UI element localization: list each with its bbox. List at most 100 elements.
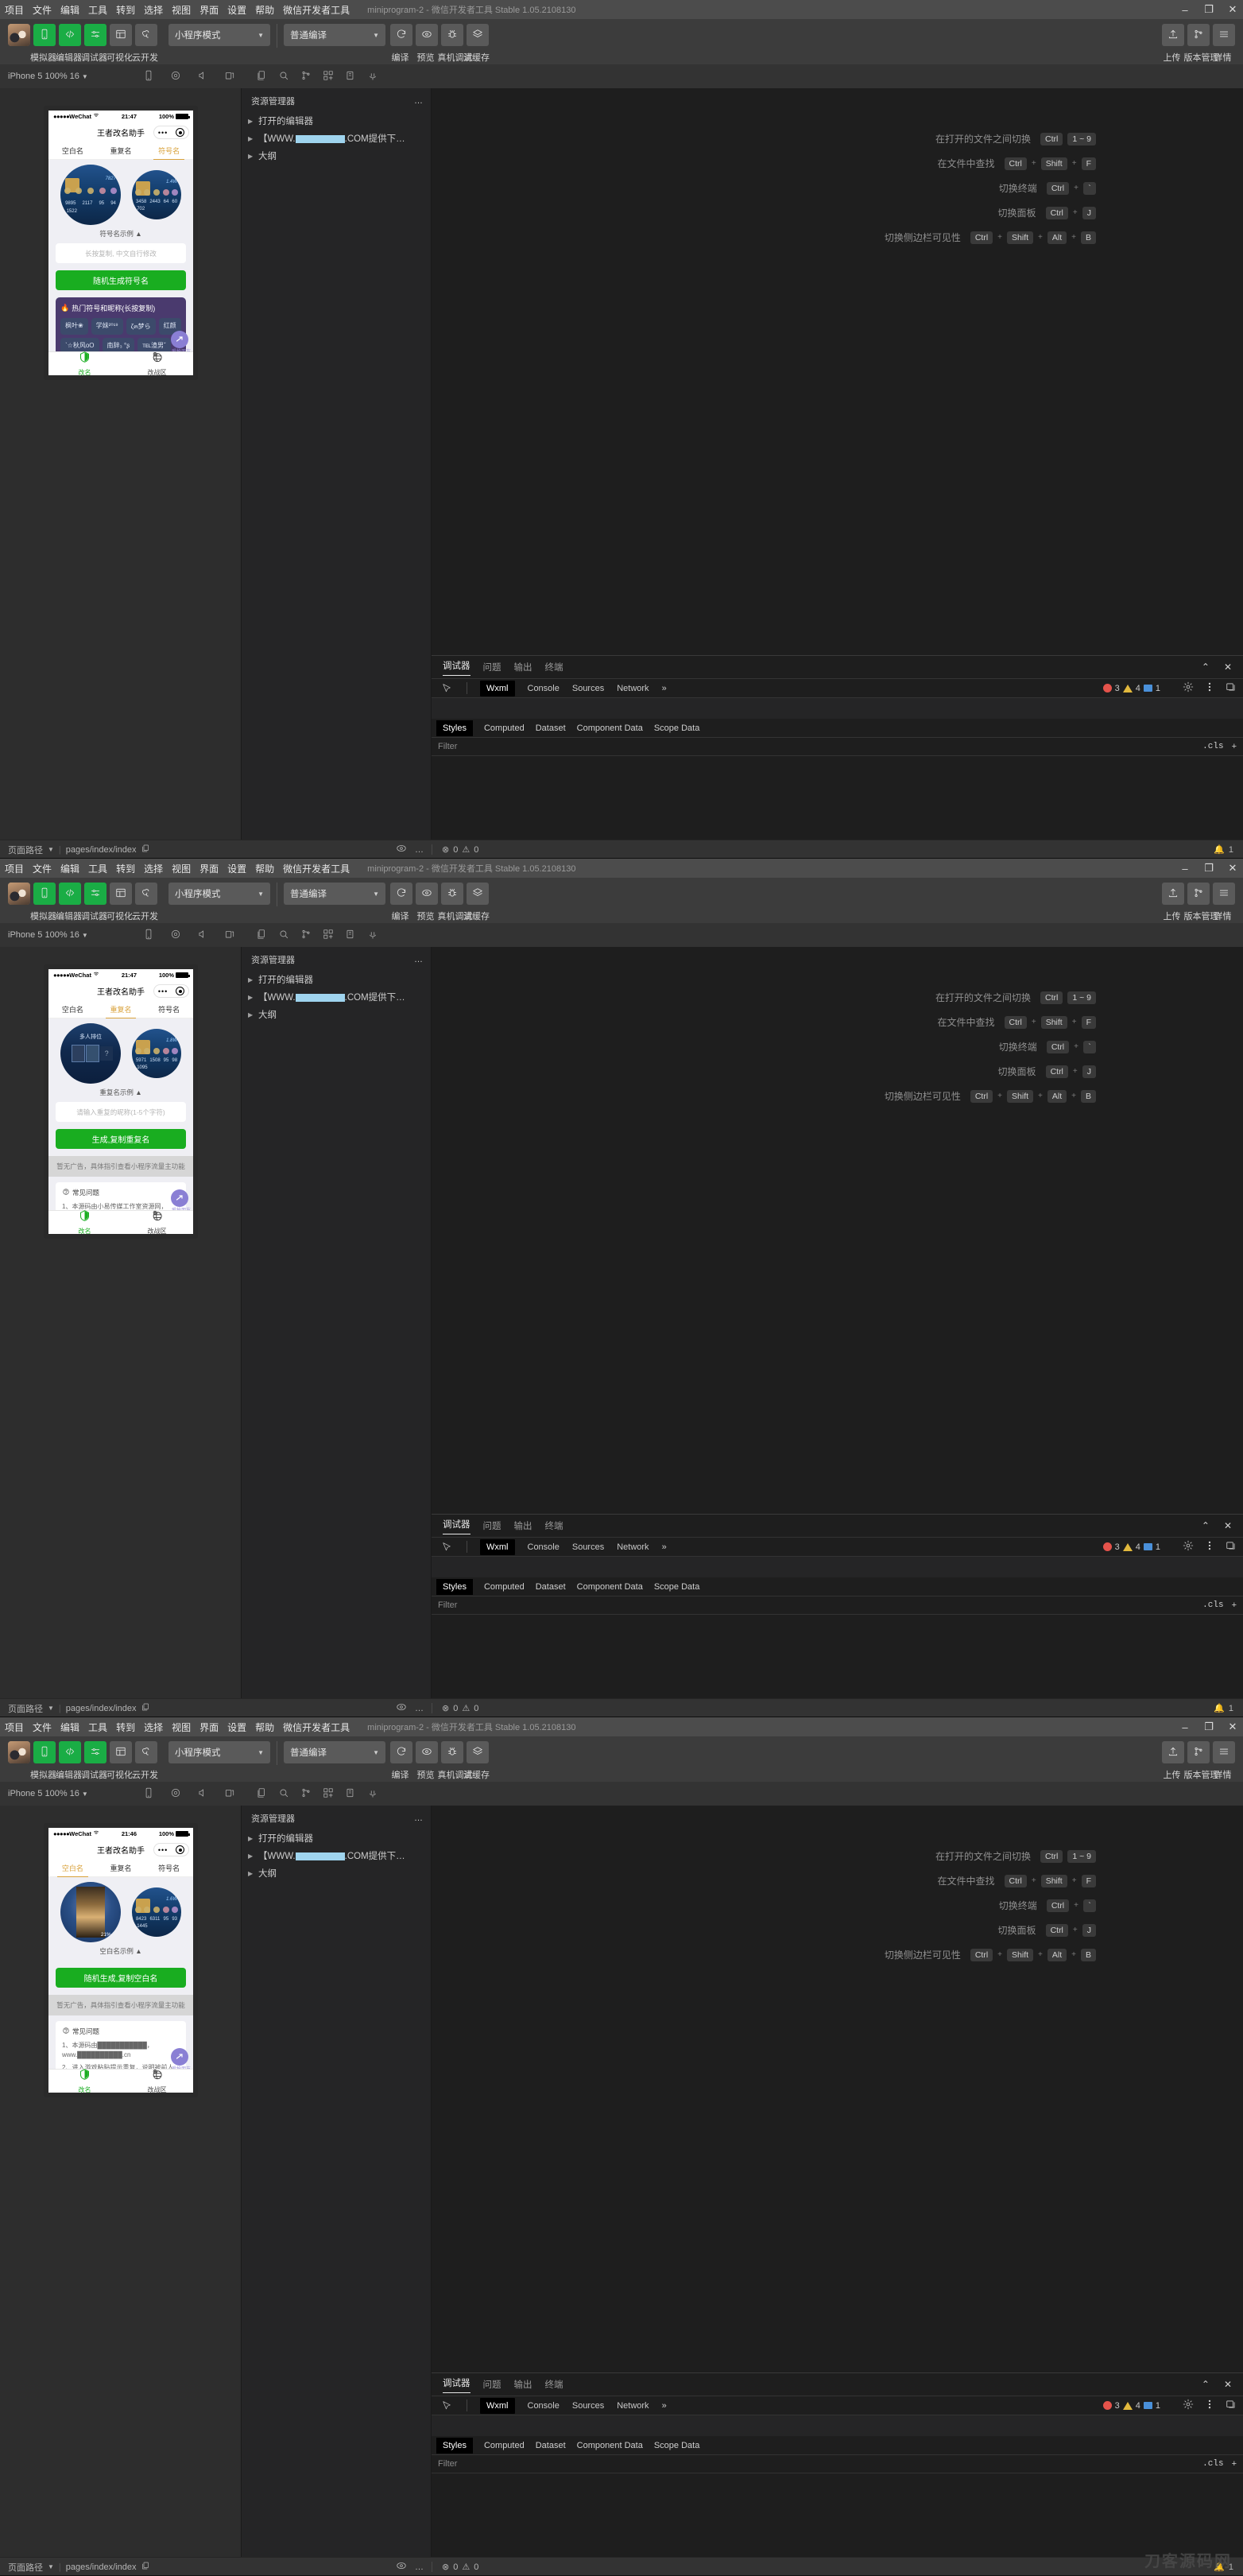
sub-volume-icon[interactable] bbox=[197, 1787, 208, 1801]
devtools-tab-sources[interactable]: Sources bbox=[572, 2401, 604, 2411]
toolbar-debugger-button[interactable]: 调试器 bbox=[84, 1741, 106, 1763]
menu-item-9[interactable]: 帮助 bbox=[255, 862, 274, 875]
tabbar-item-改名[interactable]: 改名 bbox=[48, 352, 121, 375]
tabbar-item-改战区[interactable]: 改战区 bbox=[121, 352, 193, 375]
menu-item-0[interactable]: 项目 bbox=[5, 1721, 24, 1734]
toolbar-compile-button[interactable]: 编译 bbox=[390, 883, 412, 905]
issue-counters[interactable]: 341 bbox=[1103, 1542, 1160, 1552]
status-counters[interactable]: ⊗0⚠0🔔1 bbox=[432, 844, 1243, 855]
explorer-item-2[interactable]: ▶大纲 bbox=[242, 147, 431, 165]
style-tab-dataset[interactable]: Dataset bbox=[536, 1582, 566, 1592]
minimize-button[interactable]: – bbox=[1179, 1721, 1191, 1733]
phone-tab-符号名[interactable]: 符号名 bbox=[145, 142, 193, 159]
panel-tab-0[interactable]: 调试器 bbox=[443, 659, 470, 676]
mode-select[interactable]: 小程序模式▼ bbox=[168, 883, 270, 905]
toolbar-clearcache-button[interactable]: 清缓存 bbox=[467, 1741, 489, 1763]
menu-item-5[interactable]: 选择 bbox=[144, 1721, 163, 1734]
sub-home-icon[interactable] bbox=[170, 929, 181, 942]
style-tab-scope-data[interactable]: Scope Data bbox=[654, 2441, 699, 2450]
user-avatar[interactable] bbox=[8, 1741, 30, 1763]
generate-button[interactable]: 随机生成,复制空白名 bbox=[56, 1968, 186, 1988]
compile-select[interactable]: 普通编译▼ bbox=[284, 1741, 385, 1763]
close-target-icon[interactable] bbox=[176, 987, 184, 995]
explorer-item-2[interactable]: ▶大纲 bbox=[242, 1864, 431, 1882]
explorer-item-1[interactable]: ▶【WWW..COM提供下… bbox=[242, 988, 431, 1006]
explorer-item-1[interactable]: ▶【WWW..COM提供下… bbox=[242, 1847, 431, 1864]
phone-tab-空白名[interactable]: 空白名 bbox=[48, 1860, 97, 1876]
devtools-tab-network[interactable]: Network bbox=[617, 2401, 649, 2411]
maximize-button[interactable]: ❐ bbox=[1203, 3, 1214, 16]
status-notifications[interactable]: 🔔1 bbox=[1214, 844, 1243, 855]
explorer-item-1[interactable]: ▶【WWW..COM提供下… bbox=[242, 130, 431, 147]
toolbar-version-button[interactable]: 版本管理 bbox=[1187, 1741, 1210, 1763]
menu-item-3[interactable]: 工具 bbox=[88, 1721, 107, 1734]
menu-item-9[interactable]: 帮助 bbox=[255, 3, 274, 17]
menu-item-8[interactable]: 设置 bbox=[227, 3, 246, 17]
menu-item-0[interactable]: 项目 bbox=[5, 862, 24, 875]
explorer-item-0[interactable]: ▶打开的编辑器 bbox=[242, 971, 431, 988]
menu-item-2[interactable]: 编辑 bbox=[60, 3, 79, 17]
toolbar-simulator-button[interactable]: 模拟器 bbox=[33, 1741, 56, 1763]
minimize-button[interactable]: – bbox=[1179, 4, 1191, 16]
compile-select[interactable]: 普通编译▼ bbox=[284, 24, 385, 46]
devtools-kebab-icon[interactable] bbox=[1204, 1540, 1215, 1554]
issue-counters[interactable]: 341 bbox=[1103, 684, 1160, 693]
status-counters[interactable]: ⊗0⚠0🔔1 bbox=[432, 1703, 1243, 1713]
style-tab-scope-data[interactable]: Scope Data bbox=[654, 724, 699, 733]
phone-tab-符号名[interactable]: 符号名 bbox=[145, 1001, 193, 1018]
toolbar-debugger-button[interactable]: 调试器 bbox=[84, 24, 106, 46]
devtools-tab-console[interactable]: Console bbox=[528, 1542, 560, 1552]
sub-volume-icon[interactable] bbox=[197, 929, 208, 942]
devtools-dock-icon[interactable] bbox=[1226, 2399, 1237, 2412]
sub-phone-icon[interactable] bbox=[143, 70, 154, 83]
devtools-kebab-icon[interactable] bbox=[1204, 681, 1215, 695]
sub-branch-icon[interactable] bbox=[300, 70, 312, 83]
sub-debug-icon[interactable] bbox=[345, 70, 356, 83]
explorer-item-2[interactable]: ▶大纲 bbox=[242, 1006, 431, 1023]
status-notifications[interactable]: 🔔1 bbox=[1214, 1703, 1243, 1713]
sub-branch-icon[interactable] bbox=[300, 1787, 312, 1801]
page-path-group[interactable]: 页面路径▼|pages/index/index bbox=[0, 1702, 241, 1715]
panel-tab-1[interactable]: 问题 bbox=[483, 1519, 501, 1532]
toolbar-preview-button[interactable]: 预览 bbox=[416, 1741, 438, 1763]
maximize-button[interactable]: ❐ bbox=[1203, 1721, 1214, 1733]
menu-item-3[interactable]: 工具 bbox=[88, 862, 107, 875]
toolbar-realdevice-button[interactable]: 真机调试 bbox=[441, 1741, 463, 1763]
toolbar-realdevice-button[interactable]: 真机调试 bbox=[441, 883, 463, 905]
sub-rotate-icon[interactable] bbox=[224, 929, 235, 942]
wechat-capsule-button[interactable]: ••• bbox=[153, 1843, 189, 1856]
nickname-chip[interactable]: 学妹²⁰¹⁹ bbox=[91, 318, 123, 335]
close-icon[interactable]: ✕ bbox=[1224, 2379, 1232, 2390]
device-selector[interactable]: iPhone 5 100% 16▼ bbox=[0, 70, 246, 83]
phone-tab-空白名[interactable]: 空白名 bbox=[48, 142, 97, 159]
sub-plug-icon[interactable] bbox=[367, 1787, 378, 1801]
nickname-chip[interactable]: 枫叶❀ bbox=[60, 318, 88, 335]
menu-item-2[interactable]: 编辑 bbox=[60, 862, 79, 875]
toolbar-clearcache-button[interactable]: 清缓存 bbox=[467, 24, 489, 46]
menu-item-0[interactable]: 项目 bbox=[5, 3, 24, 17]
panel-tab-2[interactable]: 输出 bbox=[514, 2378, 532, 2391]
toolbar-visualizer-button[interactable]: 可视化 bbox=[110, 883, 132, 905]
share-float-button[interactable] bbox=[171, 1189, 188, 1207]
close-target-icon[interactable] bbox=[176, 128, 184, 137]
close-icon[interactable]: ✕ bbox=[1224, 1520, 1232, 1531]
element-picker-icon[interactable] bbox=[438, 682, 454, 695]
toolbar-clouddev-button[interactable]: 云开发 bbox=[135, 24, 157, 46]
status-eye-icon[interactable] bbox=[396, 843, 407, 856]
close-target-icon[interactable] bbox=[176, 1845, 184, 1854]
devtools-tab-sources[interactable]: Sources bbox=[572, 684, 604, 693]
toolbar-clouddev-button[interactable]: 云开发 bbox=[135, 1741, 157, 1763]
devtools-more-tabs[interactable]: » bbox=[662, 684, 667, 693]
menu-item-7[interactable]: 界面 bbox=[199, 1721, 219, 1734]
sub-extensions-icon[interactable] bbox=[323, 929, 334, 942]
cls-button[interactable]: .cls bbox=[1202, 2459, 1223, 2469]
sub-plug-icon[interactable] bbox=[367, 70, 378, 83]
collapse-icon[interactable]: ⌃ bbox=[1202, 2379, 1210, 2390]
menu-item-5[interactable]: 选择 bbox=[144, 862, 163, 875]
devtools-tab-network[interactable]: Network bbox=[617, 684, 649, 693]
menu-item-6[interactable]: 视图 bbox=[172, 3, 191, 17]
devtools-dock-icon[interactable] bbox=[1226, 1540, 1237, 1554]
menu-item-1[interactable]: 文件 bbox=[33, 3, 52, 17]
user-avatar[interactable] bbox=[8, 24, 30, 46]
toolbar-details-button[interactable]: 详情 bbox=[1213, 24, 1235, 46]
